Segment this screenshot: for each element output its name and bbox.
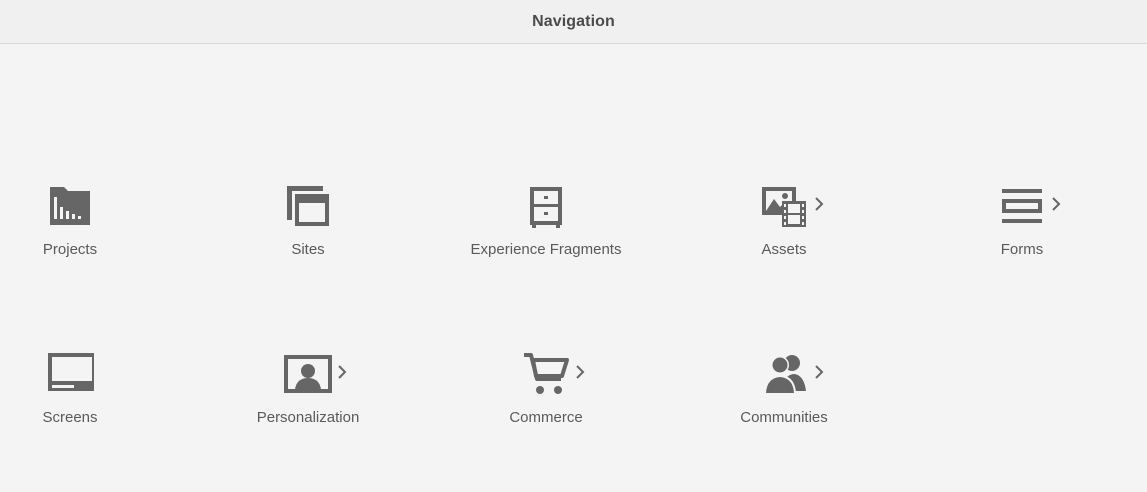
nav-tile-label: Sites	[291, 241, 325, 258]
assets-icon	[760, 183, 808, 231]
nav-tile-label: Communities	[740, 409, 828, 426]
nav-tile-label: Forms	[1000, 241, 1044, 258]
nav-tile-experience-fragments[interactable]: Experience Fragments	[446, 183, 646, 283]
commerce-icon	[522, 351, 570, 399]
chevron-right-icon	[815, 365, 824, 379]
navigation-grid: Projects Sites Experience Fragments Asse…	[0, 0, 1147, 492]
nav-tile-projects[interactable]: Projects	[0, 183, 170, 283]
nav-tile-label: Assets	[761, 241, 807, 258]
nav-tile-personalization[interactable]: Personalization	[208, 351, 408, 451]
projects-icon	[46, 183, 94, 231]
chevron-right-icon	[1052, 197, 1061, 211]
nav-tile-label: Screens	[42, 409, 98, 426]
screens-icon	[46, 351, 94, 399]
chevron-right-icon	[815, 197, 824, 211]
experience-fragments-icon	[522, 183, 570, 231]
nav-tile-label: Projects	[42, 241, 98, 258]
nav-tile-assets[interactable]: Assets	[684, 183, 884, 283]
sites-icon	[284, 183, 332, 231]
chevron-right-icon	[338, 365, 347, 379]
nav-tile-sites[interactable]: Sites	[208, 183, 408, 283]
nav-tile-label: Commerce	[509, 409, 583, 426]
nav-tile-communities[interactable]: Communities	[684, 351, 884, 451]
nav-tile-commerce[interactable]: Commerce	[446, 351, 646, 451]
nav-tile-screens[interactable]: Screens	[0, 351, 170, 451]
nav-tile-forms[interactable]: Forms	[922, 183, 1122, 283]
forms-icon	[998, 183, 1046, 231]
personalization-icon	[284, 351, 332, 399]
nav-tile-label: Personalization	[256, 409, 360, 426]
communities-icon	[760, 351, 808, 399]
nav-tile-label: Experience Fragments	[470, 241, 622, 258]
chevron-right-icon	[576, 365, 585, 379]
